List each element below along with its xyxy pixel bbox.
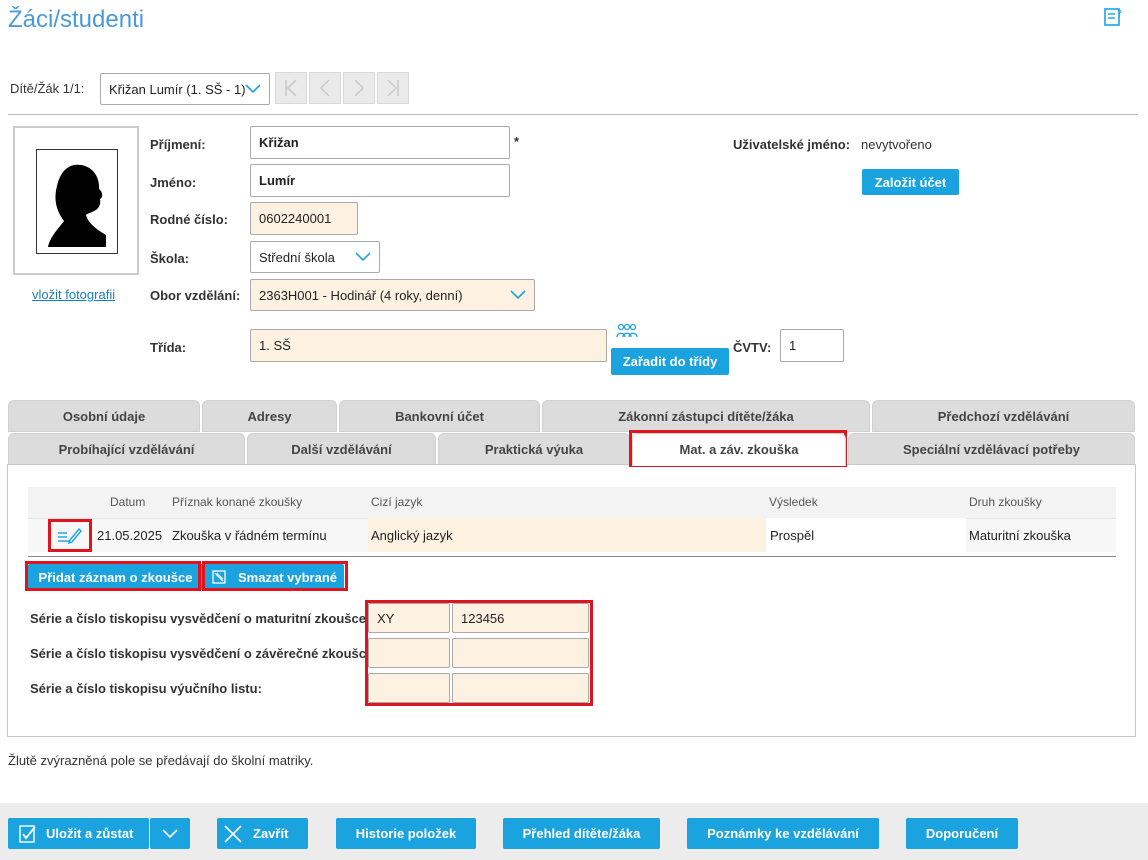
maturita-series-input[interactable]: XY [368, 603, 450, 633]
last-record-button[interactable] [377, 72, 409, 104]
maturita-number-input[interactable]: 123456 [452, 603, 589, 633]
row-result: Prospěl [770, 528, 815, 543]
col-result: Výsledek [769, 495, 818, 509]
birth-number-input[interactable]: 0602240001 [250, 202, 358, 235]
save-stay-button[interactable]: Uložit a zůstat [8, 818, 149, 849]
assign-class-button[interactable]: Zařadit do třídy [611, 348, 729, 375]
birth-number-label: Rodné číslo: [150, 212, 229, 227]
maturita-cert-label: Série a číslo tiskopisu vysvědčení o mat… [30, 611, 371, 626]
name-input[interactable]: Lumír [250, 164, 510, 197]
group-icon[interactable] [616, 322, 638, 343]
final-series-input[interactable] [368, 638, 450, 668]
delete-selected-button[interactable]: Smazat vybrané [204, 564, 344, 590]
col-language: Cizí jazyk [371, 495, 423, 509]
name-label: Jméno: [150, 175, 197, 190]
apprentice-cert-label: Série a číslo tiskopisu výučního listu: [30, 681, 262, 696]
close-label: Zavřít [253, 826, 289, 841]
apprentice-series-input[interactable] [368, 673, 450, 703]
last-icon [387, 79, 399, 97]
tab-previous-education[interactable]: Předchozí vzdělávání [872, 400, 1135, 432]
final-number-input[interactable] [452, 638, 589, 668]
surname-input[interactable]: Křižan [250, 126, 510, 159]
col-flag: Příznak konané zkoušky [172, 495, 303, 509]
required-mark: * [514, 134, 520, 149]
svg-text:?: ? [1117, 9, 1122, 20]
surname-label: Příjmení: [150, 137, 206, 152]
silhouette-icon [36, 149, 118, 254]
tab-bank-account[interactable]: Bankovní účet [339, 400, 540, 432]
apprentice-number-input[interactable] [452, 673, 589, 703]
final-cert-label: Série a číslo tiskopisu vysvědčení o záv… [30, 646, 378, 661]
prev-icon [319, 79, 330, 97]
chevron-down-icon [355, 252, 371, 262]
student-select[interactable]: Křižan Lumír (1. SŠ - 1) [100, 73, 270, 105]
save-options-button[interactable] [150, 818, 190, 849]
table-divider [28, 556, 1116, 557]
tab-final-exams[interactable]: Mat. a záv. zkouška [632, 433, 846, 466]
cvtv-input[interactable]: 1 [780, 329, 844, 362]
navigator-label: Dítě/Žák 1/1: [10, 81, 85, 96]
help-icon[interactable]: ? [1103, 6, 1125, 28]
col-date: Datum [110, 495, 146, 509]
username-label: Uživatelské jméno: [733, 137, 851, 152]
class-label: Třída: [150, 340, 187, 355]
tab-current-education[interactable]: Probíhající vzdělávání [8, 433, 245, 465]
next-record-button[interactable] [343, 72, 375, 104]
chevron-down-icon [245, 84, 261, 94]
class-input[interactable]: 1. SŠ [250, 329, 607, 362]
username-value: nevytvořeno [861, 137, 932, 152]
school-label: Škola: [150, 251, 190, 266]
create-account-button[interactable]: Založit účet [862, 169, 959, 195]
field-of-study-label: Obor vzdělání: [150, 288, 241, 303]
field-of-study-value: 2363H001 - Hodinář (4 roky, denní) [259, 287, 463, 303]
tab-guardians[interactable]: Zákonní zástupci dítěte/žáka [542, 400, 870, 432]
next-icon [354, 79, 365, 97]
tab-addresses[interactable]: Adresy [202, 400, 337, 432]
close-icon [224, 824, 242, 843]
first-record-button[interactable] [275, 72, 307, 104]
close-button[interactable]: Zavřít [217, 818, 308, 849]
school-select-value: Střední škola [259, 249, 335, 265]
chevron-down-icon [162, 828, 178, 838]
row-flag: Zkouška v řádném termínu [172, 528, 327, 543]
field-of-study-select[interactable]: 2363H001 - Hodinář (4 roky, denní) [250, 279, 535, 311]
delete-icon [212, 570, 226, 584]
tab-practical-training[interactable]: Praktická výuka [438, 433, 630, 465]
recommendation-button[interactable]: Doporučení [906, 818, 1018, 849]
history-button[interactable]: Historie položek [336, 818, 476, 849]
tab-further-education[interactable]: Další vzdělávání [247, 433, 436, 465]
row-language: Anglický jazyk [371, 528, 453, 543]
col-type: Druh zkoušky [969, 495, 1042, 509]
save-stay-label: Uložit a zůstat [46, 826, 134, 841]
tab-special-needs[interactable]: Speciální vzdělávací potřeby [848, 433, 1135, 465]
add-exam-button[interactable]: Přidat záznam o zkoušce [28, 564, 203, 590]
prev-record-button[interactable] [309, 72, 341, 104]
save-icon [19, 824, 36, 843]
overview-button[interactable]: Přehled dítěte/žáka [503, 818, 660, 849]
divider [8, 114, 1138, 115]
page-title: Žáci/studenti [8, 6, 145, 33]
student-select-value: Křižan Lumír (1. SŠ - 1) [109, 81, 246, 97]
highlight-note: Žlutě zvýrazněná pole se předávají do šk… [8, 753, 314, 768]
delete-selected-label: Smazat vybrané [238, 569, 337, 585]
chevron-down-icon [510, 290, 526, 300]
tab-personal[interactable]: Osobní údaje [8, 400, 200, 432]
cvtv-label: ČVTV: [733, 340, 772, 355]
row-date: 21.05.2025 [97, 528, 163, 543]
insert-photo-link[interactable]: vložit fotografii [32, 287, 115, 302]
row-type: Maturitní zkouška [969, 528, 1071, 543]
notes-button[interactable]: Poznámky ke vzdělávání [687, 818, 879, 849]
first-icon [285, 79, 297, 97]
school-select[interactable]: Střední škola [250, 241, 380, 273]
edit-icon[interactable] [56, 524, 82, 547]
photo-frame [13, 126, 139, 275]
